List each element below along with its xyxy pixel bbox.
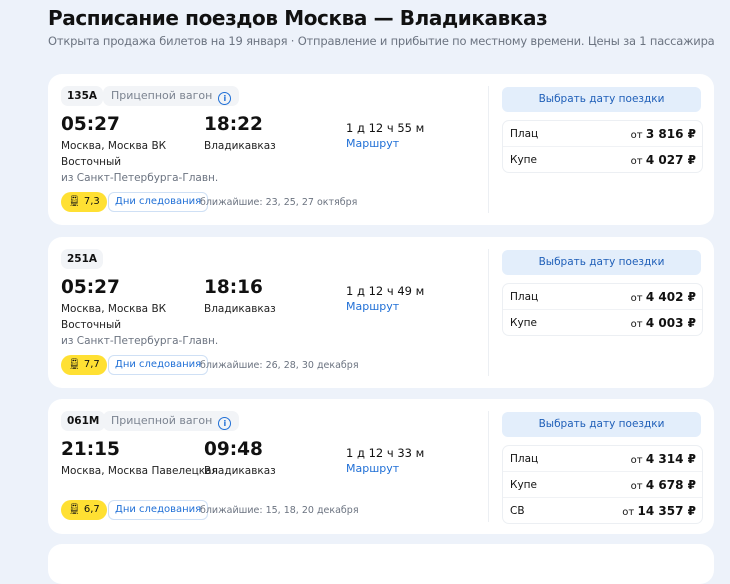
trailer-label: Прицепной вагон — [111, 414, 213, 427]
train-card — [48, 544, 714, 584]
departure-station-line2: Восточный — [61, 319, 122, 331]
arrival-time: 09:48 — [204, 439, 263, 460]
nearest-dates: ближайшие: 23, 25, 27 октября — [200, 197, 358, 208]
train-icon: 🚆︎ — [68, 196, 84, 207]
select-date-button[interactable]: Выбрать дату поездки — [502, 250, 701, 275]
divider — [488, 86, 489, 213]
arrival-station: Владикавказ — [204, 303, 276, 315]
origin-station: из Санкт-Петербурга-Главн. — [61, 172, 219, 184]
select-date-button[interactable]: Выбрать дату поездки — [502, 412, 701, 437]
price-row[interactable]: Плац от 4 402 ₽ — [503, 284, 702, 309]
departure-station: Москва, Москва Павелецкая — [61, 465, 218, 477]
duration: 1 д 12 ч 49 м — [346, 284, 425, 298]
car-class: Купе — [510, 478, 537, 491]
divider — [488, 249, 489, 376]
route-link[interactable]: Маршрут — [346, 300, 399, 313]
route-link[interactable]: Маршрут — [346, 137, 399, 150]
price-row[interactable]: Купе от 4 027 ₽ — [503, 146, 702, 172]
price-list: Плац от 4 314 ₽ Купе от 4 678 ₽ СВ от 14 357 … — [502, 445, 703, 524]
arrival-time: 18:22 — [204, 114, 263, 135]
price-value: 14 357 ₽ — [637, 503, 696, 518]
rating-badge: 🚆︎ 7,7 — [61, 355, 107, 375]
duration: 1 д 12 ч 55 м — [346, 121, 425, 135]
price-value: 4 678 ₽ — [645, 477, 696, 492]
rating-value: 7,7 — [83, 359, 100, 370]
train-icon: 🚆︎ — [68, 359, 84, 370]
trailer-badge[interactable]: Прицепной вагон i — [103, 411, 240, 431]
car-class: Купе — [510, 316, 537, 329]
trailer-badge[interactable]: Прицепной вагон i — [103, 86, 240, 106]
price-list: Плац от 3 816 ₽ Купе от 4 027 ₽ — [502, 120, 703, 173]
price-list: Плац от 4 402 ₽ Купе от 4 003 ₽ — [502, 283, 703, 336]
train-icon: 🚆︎ — [68, 504, 84, 515]
price-value: 4 314 ₽ — [645, 451, 696, 466]
price-value: 4 402 ₽ — [645, 289, 696, 304]
price-prefix: от — [630, 480, 643, 492]
departure-station-line2: Восточный — [61, 156, 122, 168]
page-subtitle: Открыта продажа билетов на 19 января · О… — [48, 34, 715, 48]
arrival-time: 18:16 — [204, 277, 263, 298]
rating-badge: 🚆︎ 7,3 — [61, 192, 107, 212]
price-prefix: от — [630, 454, 643, 466]
price-prefix: от — [622, 506, 635, 518]
train-card: 061М Прицепной вагон i 21:15 Москва, Моск… — [48, 399, 714, 534]
schedule-days-button[interactable]: Дни следования — [108, 355, 209, 375]
trailer-label: Прицепной вагон — [111, 89, 213, 102]
route-link[interactable]: Маршрут — [346, 462, 399, 475]
price-row[interactable]: Купе от 4 003 ₽ — [503, 309, 702, 335]
info-icon[interactable]: i — [218, 417, 232, 430]
price-prefix: от — [630, 318, 643, 330]
departure-time: 05:27 — [61, 277, 120, 298]
train-number: 251А — [61, 249, 104, 269]
car-class: Плац — [510, 452, 539, 465]
price-value: 4 027 ₽ — [645, 152, 696, 167]
train-number: 135А — [61, 86, 104, 106]
car-class: Купе — [510, 153, 537, 166]
info-icon[interactable]: i — [218, 92, 232, 105]
duration: 1 д 12 ч 33 м — [346, 446, 425, 460]
car-class: Плац — [510, 290, 539, 303]
train-number: 061М — [61, 411, 106, 431]
schedule-days-button[interactable]: Дни следования — [108, 500, 209, 520]
price-prefix: от — [630, 155, 643, 167]
rating-value: 6,7 — [83, 504, 100, 515]
price-row[interactable]: Плац от 4 314 ₽ — [503, 446, 702, 471]
schedule-days-button[interactable]: Дни следования — [108, 192, 209, 212]
price-row[interactable]: СВ от 14 357 ₽ — [503, 497, 702, 523]
departure-time: 05:27 — [61, 114, 120, 135]
price-prefix: от — [630, 129, 643, 141]
price-prefix: от — [630, 292, 643, 304]
train-card: 135А Прицепной вагон i 05:27 Москва, Моск… — [48, 74, 714, 225]
departure-time: 21:15 — [61, 439, 120, 460]
car-class: СВ — [510, 504, 525, 517]
price-row[interactable]: Плац от 3 816 ₽ — [503, 121, 702, 146]
nearest-dates: ближайшие: 26, 28, 30 декабря — [200, 360, 359, 371]
price-value: 4 003 ₽ — [645, 315, 696, 330]
rating-badge: 🚆︎ 6,7 — [61, 500, 107, 520]
arrival-station: Владикавказ — [204, 140, 276, 152]
origin-station: из Санкт-Петербурга-Главн. — [61, 335, 219, 347]
arrival-station: Владикавказ — [204, 465, 276, 477]
divider — [488, 411, 489, 522]
price-value: 3 816 ₽ — [645, 126, 696, 141]
departure-station: Москва, Москва ВК — [61, 303, 167, 315]
page-title: Расписание поездов Москва — Владикавказ — [48, 6, 548, 30]
departure-station: Москва, Москва ВК — [61, 140, 167, 152]
car-class: Плац — [510, 127, 539, 140]
train-card: 251А 05:27 Москва, Москва ВК Восточный и… — [48, 237, 714, 388]
nearest-dates: ближайшие: 15, 18, 20 декабря — [200, 505, 359, 516]
price-row[interactable]: Купе от 4 678 ₽ — [503, 471, 702, 497]
rating-value: 7,3 — [83, 196, 100, 207]
select-date-button[interactable]: Выбрать дату поездки — [502, 87, 701, 112]
